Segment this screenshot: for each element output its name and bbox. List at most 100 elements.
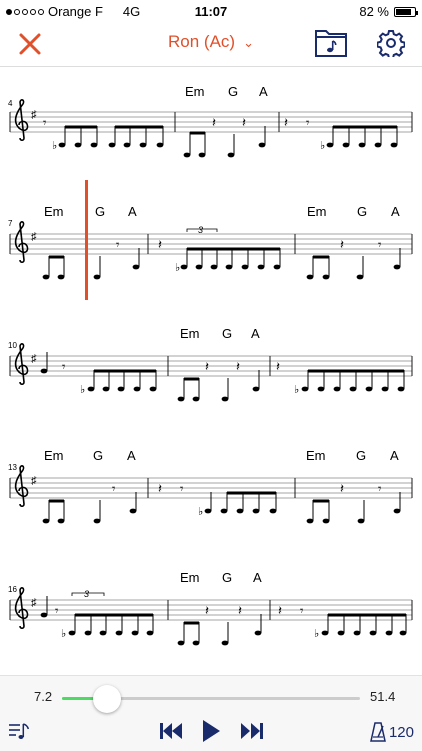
treble-clef-icon [14, 343, 29, 386]
skip-back-icon [160, 723, 182, 739]
total-time: 51.4 [370, 689, 396, 704]
chord-symbol: A [128, 204, 137, 219]
svg-text:𝄽: 𝄽 [158, 237, 162, 252]
song-title-dropdown[interactable]: Ron (Ac) ⌄ [150, 32, 272, 56]
svg-text:𝄾: 𝄾 [62, 359, 66, 374]
svg-text:𝄽: 𝄽 [205, 359, 209, 374]
key-sharp: ♯ [31, 597, 37, 609]
chord-symbol: G [95, 204, 105, 219]
svg-text:𝄽: 𝄽 [284, 115, 288, 130]
treble-clef-icon [14, 587, 29, 630]
svg-text:𝄽: 𝄽 [276, 359, 280, 374]
chord-symbol: A [390, 448, 399, 463]
measure-number: 4 [8, 99, 13, 108]
close-button[interactable] [16, 30, 44, 58]
chord-symbol: A [253, 570, 262, 585]
seek-thumb[interactable] [92, 685, 121, 713]
treble-clef-icon [14, 99, 29, 142]
chord-symbol: A [259, 84, 268, 99]
triplet-label: 3 [198, 225, 203, 235]
svg-text:𝄽: 𝄽 [238, 603, 242, 618]
chord-symbol: G [93, 448, 103, 463]
svg-text:♭: ♭ [80, 384, 85, 396]
playback-cursor[interactable] [85, 180, 88, 300]
chord-symbol: Em [44, 204, 64, 219]
key-sharp: ♯ [31, 353, 37, 365]
svg-text:𝄾: 𝄾 [306, 115, 310, 130]
player-bar: 7.2 51.4 120 [0, 675, 422, 751]
chord-symbol: A [127, 448, 136, 463]
play-button[interactable] [201, 719, 221, 748]
key-sharp: ♯ [31, 231, 37, 243]
gear-icon [376, 30, 406, 60]
settings-button[interactable] [376, 29, 406, 60]
svg-text:𝄾: 𝄾 [180, 481, 184, 496]
svg-text:𝄾: 𝄾 [112, 481, 116, 496]
svg-text:♭: ♭ [314, 628, 319, 640]
tempo-value: 120 [388, 723, 414, 741]
svg-text:𝄽: 𝄽 [205, 603, 209, 618]
svg-text:♭: ♭ [294, 384, 299, 396]
chord-symbol: Em [185, 84, 205, 99]
chord-symbol: Em [44, 448, 64, 463]
svg-text:♭: ♭ [320, 140, 325, 152]
chord-symbol: Em [306, 448, 326, 463]
key-sharp: ♯ [31, 475, 37, 487]
music-system-5: 16 Em G A ♯ 3 ♭ ♭ 𝄾 𝄽 𝄽 𝄽 𝄾 [8, 570, 413, 646]
skip-forward-icon [241, 723, 263, 739]
skip-back-button[interactable] [159, 722, 183, 745]
svg-text:𝄾: 𝄾 [300, 603, 304, 618]
svg-text:𝄽: 𝄽 [242, 115, 246, 130]
measure-number: 7 [8, 219, 13, 228]
svg-text:𝄽: 𝄽 [340, 237, 344, 252]
chord-symbol: A [391, 204, 400, 219]
chord-symbol: Em [180, 570, 200, 585]
svg-text:𝄾: 𝄾 [43, 115, 47, 130]
music-system-4: 13 Em G A Em G A ♯ ♭ 𝄾 𝄽 𝄾 𝄽 𝄾 [8, 448, 413, 524]
chord-symbol: G [356, 448, 366, 463]
treble-clef-icon [14, 221, 29, 264]
svg-text:𝄾: 𝄾 [378, 237, 382, 252]
elapsed-time: 7.2 [34, 689, 53, 704]
music-system-2: 7 Em G A Em G A ♯ 3 ♭ 𝄾 𝄽 𝄾 𝄽 [8, 180, 413, 300]
chord-symbol: A [251, 326, 260, 341]
chord-symbol: Em [307, 204, 327, 219]
svg-text:♭: ♭ [52, 140, 57, 152]
svg-text:𝄽: 𝄽 [340, 481, 344, 496]
folder-music-icon [315, 30, 347, 57]
triplet-label: 3 [84, 589, 89, 599]
measure-number: 10 [8, 341, 17, 350]
playlist-button[interactable] [8, 720, 32, 747]
treble-clef-icon [14, 465, 29, 508]
battery-percent: 82 % [359, 4, 389, 19]
close-icon [19, 33, 41, 55]
measure-number: 13 [8, 463, 17, 472]
svg-text:♭: ♭ [198, 506, 203, 518]
svg-text:𝄾: 𝄾 [378, 481, 382, 496]
sheet-music[interactable]: 4 Em G A ♯ ♭ ♭ 𝄾 𝄽 𝄽 𝄽 𝄾 7 Em G A Em G A… [0, 67, 422, 675]
chevron-down-icon: ⌄ [243, 35, 254, 50]
skip-forward-button[interactable] [240, 722, 264, 745]
svg-text:𝄾: 𝄾 [116, 237, 120, 252]
music-system-3: 10 Em G A ♯ ♭ ♭ 𝄾 𝄽 𝄽 𝄽 [8, 326, 413, 402]
playlist-icon [9, 723, 30, 739]
chord-symbol: Em [180, 326, 200, 341]
battery-icon [394, 6, 418, 17]
svg-text:𝄽: 𝄽 [278, 603, 282, 618]
chord-symbol: G [228, 84, 238, 99]
library-button[interactable] [314, 28, 348, 58]
play-icon [203, 720, 220, 742]
svg-text:♭: ♭ [175, 262, 180, 274]
svg-text:𝄽: 𝄽 [236, 359, 240, 374]
tempo-button[interactable]: 120 [370, 722, 414, 742]
song-title: Ron (Ac) [168, 32, 236, 51]
chord-symbol: G [357, 204, 367, 219]
metronome-icon [370, 722, 386, 742]
svg-text:𝄽: 𝄽 [158, 481, 162, 496]
chord-symbol: G [222, 570, 232, 585]
svg-text:♭: ♭ [61, 628, 66, 640]
music-system-1: 4 Em G A ♯ ♭ ♭ 𝄾 𝄽 𝄽 𝄽 𝄾 [8, 84, 413, 158]
chord-symbol: G [222, 326, 232, 341]
key-sharp: ♯ [31, 109, 37, 121]
status-bar: Orange F 4G 11:07 82 % [0, 0, 422, 22]
